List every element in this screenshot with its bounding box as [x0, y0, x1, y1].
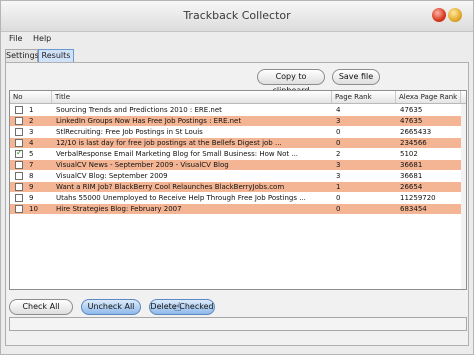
save-file-button[interactable]: Save file [332, 69, 380, 85]
table-row[interactable]: 9 Utahs 55000 Unemployed to Receive Help … [10, 193, 466, 203]
row-checkbox[interactable] [15, 161, 23, 169]
cell-page-rank: 2 [336, 150, 341, 158]
delete-checked-button[interactable]: Delete Checked [149, 299, 215, 315]
tab-results[interactable]: Results [38, 49, 74, 62]
cell-page-rank: 1 [336, 183, 341, 191]
cell-title: 12/10 is last day for free job postings … [56, 139, 282, 147]
column-header-title[interactable]: Title [52, 91, 332, 103]
row-checkbox[interactable] [15, 139, 23, 147]
cell-title: VerbalResponse Email Marketing Blog for … [56, 150, 299, 158]
row-checkbox[interactable] [15, 148, 23, 158]
copy-to-clipboard-button[interactable]: Copy to clipboard [257, 69, 325, 95]
cell-alexa-page-rank: 2665433 [400, 128, 432, 136]
row-checkbox[interactable] [15, 172, 23, 180]
table-row[interactable]: 7 VisualCV News - September 2009 - Visual… [10, 160, 466, 170]
row-checkbox[interactable] [15, 106, 23, 114]
app-window: Trackback Collector File Help Settings R… [0, 0, 474, 355]
cell-alexa-page-rank: 47635 [400, 117, 423, 125]
cell-alexa-page-rank: 234566 [400, 139, 427, 147]
window-title: Trackback Collector [183, 9, 291, 22]
cell-no: 7 [29, 161, 34, 169]
cell-page-rank: 0 [336, 194, 341, 202]
table-row[interactable]: 10 Hire Strategies Blog: February 2007 0 68… [10, 204, 466, 214]
cell-no: 2 [29, 117, 34, 125]
menu-help[interactable]: Help [33, 34, 51, 43]
mouse-pointer-icon: ☝ [174, 300, 182, 314]
cell-no: 3 [29, 128, 34, 136]
vertical-scrollbar[interactable] [461, 104, 466, 289]
cell-no: 8 [29, 172, 34, 180]
cell-alexa-page-rank: 11259720 [400, 194, 436, 202]
table-row[interactable]: 4 12/10 is last day for free job postings… [10, 138, 466, 148]
cell-title: LinkedIn Groups Now Has Free Job Posting… [56, 117, 242, 125]
row-checkbox[interactable] [15, 117, 23, 125]
minimize-icon[interactable] [448, 8, 462, 22]
table-row[interactable]: 5 VerbalResponse Email Marketing Blog for… [10, 148, 466, 159]
table-row[interactable]: 3 StlRecruiting: Free Job Postings in St … [10, 127, 466, 137]
cell-title: Utahs 55000 Unemployed to Receive Help T… [56, 194, 306, 202]
table-header: No Title Page Rank Alexa Page Rank [10, 91, 466, 104]
cell-title: Hire Strategies Blog: February 2007 [56, 205, 182, 213]
cell-alexa-page-rank: 683454 [400, 205, 427, 213]
table-row[interactable]: 1 Sourcing Trends and Predictions 2010 : … [10, 105, 466, 115]
cell-alexa-page-rank: 47635 [400, 106, 423, 114]
table-row[interactable]: 9 Want a RIM Job? BlackBerry Cool Relaunc… [10, 182, 466, 192]
row-checkbox[interactable] [15, 194, 23, 202]
status-bar [9, 317, 467, 331]
cell-no: 1 [29, 106, 34, 114]
cell-no: 10 [29, 205, 38, 213]
cell-no: 9 [29, 183, 34, 191]
row-checkbox[interactable] [15, 183, 23, 191]
cell-title: StlRecruiting: Free Job Postings in St L… [56, 128, 203, 136]
cell-page-rank: 4 [336, 106, 341, 114]
column-header-alexa-page-rank[interactable]: Alexa Page Rank [396, 91, 461, 103]
cell-title: VisualCV News - September 2009 - VisualC… [56, 161, 229, 169]
cell-no: 4 [29, 139, 34, 147]
menu-bar: File Help [1, 32, 473, 46]
cell-page-rank: 3 [336, 117, 341, 125]
cell-alexa-page-rank: 36681 [400, 161, 423, 169]
cell-title: Sourcing Trends and Predictions 2010 : E… [56, 106, 222, 114]
cell-title: VisualCV Blog: September 2009 [56, 172, 168, 180]
cell-page-rank: 3 [336, 161, 341, 169]
cell-page-rank: 3 [336, 172, 341, 180]
tab-settings[interactable]: Settings [5, 49, 39, 62]
cell-page-rank: 0 [336, 128, 341, 136]
row-checkbox[interactable] [15, 128, 23, 136]
column-header-no[interactable]: No [10, 91, 52, 103]
uncheck-all-button[interactable]: Uncheck All [81, 299, 141, 315]
results-table[interactable]: No Title Page Rank Alexa Page Rank 1 Sour… [9, 90, 467, 290]
cell-no: 5 [29, 150, 34, 158]
cell-page-rank: 0 [336, 139, 341, 147]
cell-alexa-page-rank: 26654 [400, 183, 423, 191]
cell-alexa-page-rank: 36681 [400, 172, 423, 180]
cell-title: Want a RIM Job? BlackBerry Cool Relaunch… [56, 183, 285, 191]
title-bar[interactable]: Trackback Collector [1, 1, 473, 32]
cell-page-rank: 0 [336, 205, 341, 213]
cell-no: 9 [29, 194, 34, 202]
menu-file[interactable]: File [9, 34, 22, 43]
column-header-page-rank[interactable]: Page Rank [332, 91, 396, 103]
cell-alexa-page-rank: 5102 [400, 150, 418, 158]
table-row[interactable]: 8VisualCV Blog: September 2009336681▸ [10, 171, 466, 181]
close-icon[interactable] [432, 8, 446, 22]
row-checkbox[interactable] [15, 205, 23, 213]
table-row[interactable]: 2 LinkedIn Groups Now Has Free Job Postin… [10, 116, 466, 126]
check-all-button[interactable]: Check All [9, 299, 73, 315]
